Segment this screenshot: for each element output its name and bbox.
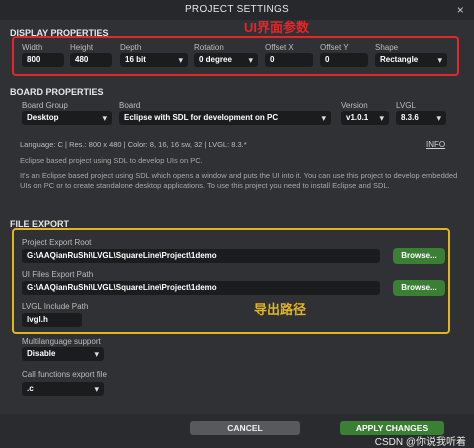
board-group-select[interactable]: Desktop — [22, 111, 112, 125]
lvgl-include-label: LVGL Include Path — [22, 302, 89, 311]
project-root-label: Project Export Root — [22, 238, 92, 247]
rotation-label: Rotation — [194, 43, 224, 52]
rotation-select[interactable]: 0 degree — [194, 53, 258, 67]
window-title: PROJECT SETTINGS — [184, 4, 290, 15]
height-label: Height — [70, 43, 94, 52]
lvgl-include-input[interactable]: lvgl.h — [22, 313, 82, 327]
multilang-select[interactable]: Disable — [22, 347, 104, 361]
ui-files-browse-button[interactable]: Browse... — [393, 280, 445, 296]
width-input[interactable]: 800 — [22, 53, 64, 67]
offsetx-input[interactable]: 0 — [265, 53, 313, 67]
offsetx-label: Offset X — [265, 43, 294, 52]
lvgl-version-select[interactable]: 8.3.6 — [396, 111, 446, 125]
board-description-short: Eclipse based project using SDL to devel… — [20, 156, 203, 165]
width-label: Width — [22, 43, 43, 52]
board-group-label: Board Group — [22, 101, 68, 110]
height-input[interactable]: 480 — [70, 53, 112, 67]
close-icon[interactable]: × — [457, 0, 464, 20]
board-summary: Language: C | Res.: 800 x 480 | Color: 8… — [20, 140, 247, 149]
offsety-input[interactable]: 0 — [320, 53, 368, 67]
multilang-label: Multilanguage support — [22, 337, 101, 346]
depth-label: Depth — [120, 43, 142, 52]
board-select[interactable]: Eclipse with SDL for development on PC — [119, 111, 331, 125]
callfn-label: Call functions export file — [22, 370, 107, 379]
board-section-title: BOARD PROPERTIES — [10, 87, 104, 97]
board-label: Board — [119, 101, 141, 110]
export-annotation: 导出路径 — [254, 302, 307, 317]
display-annotation: UI界面参数 — [244, 20, 310, 35]
ui-files-label: UI Files Export Path — [22, 270, 94, 279]
depth-select[interactable]: 16 bit — [120, 53, 188, 67]
project-root-browse-button[interactable]: Browse... — [393, 248, 445, 264]
lvgl-version-label: LVGL — [396, 101, 416, 110]
board-description-long: It's an Eclipse based project using SDL … — [20, 171, 458, 190]
version-select[interactable]: v1.0.1 — [341, 111, 389, 125]
shape-select[interactable]: Rectangle — [375, 53, 447, 67]
project-root-input[interactable]: G:\AAQianRuShi\LVGL\SquareLine\Project\1… — [22, 249, 380, 263]
version-label: Version — [341, 101, 368, 110]
watermark: CSDN @你说我听着 — [374, 437, 466, 448]
cancel-button[interactable]: CANCEL — [190, 421, 300, 435]
info-link[interactable]: INFO — [426, 140, 445, 149]
offsety-label: Offset Y — [320, 43, 349, 52]
ui-files-input[interactable]: G:\AAQianRuShi\LVGL\SquareLine\Project\1… — [22, 281, 380, 295]
callfn-select[interactable]: .c — [22, 382, 104, 396]
shape-label: Shape — [375, 43, 399, 52]
window-titlebar: PROJECT SETTINGS × — [0, 0, 474, 20]
